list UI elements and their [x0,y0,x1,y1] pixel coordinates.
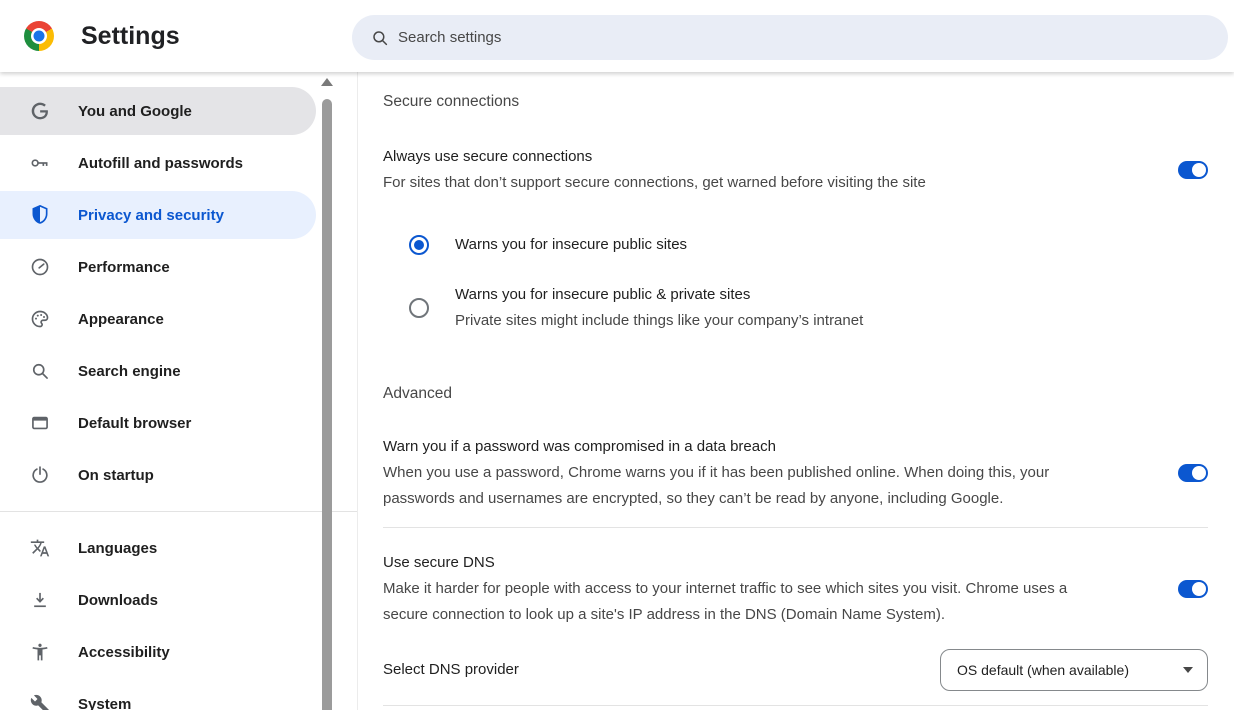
row-subtitle-line2: secure connection to look up a site's IP… [383,602,1067,628]
row-title: Use secure DNS [383,550,1067,576]
sidebar-item-label: Downloads [78,592,158,609]
row-password-breach-warning: Warn you if a password was compromised i… [383,434,1208,512]
chrome-settings-window: Settings You and Google [0,0,1234,710]
scrollbar-up-arrow-icon[interactable] [321,78,333,86]
sidebar-item-downloads[interactable]: Downloads [0,576,316,624]
search-icon [371,29,389,47]
search-input[interactable] [398,29,1084,46]
download-icon [30,590,50,610]
radio-button-selected[interactable] [409,235,429,255]
scrollbar-thumb[interactable] [322,99,332,710]
radio-label: Warns you for insecure public sites [455,232,687,258]
sidebar-item-autofill[interactable]: Autofill and passwords [0,139,316,187]
power-icon [30,465,50,485]
sidebar-item-system[interactable]: System [0,680,316,710]
privacy-security-content: Secure connections Always use secure con… [358,72,1234,710]
sidebar-item-performance[interactable]: Performance [0,243,316,291]
section-title-advanced: Advanced [383,384,1208,404]
sidebar-item-label: Languages [78,540,157,557]
radio-option-public-sites[interactable]: Warns you for insecure public sites [409,232,1208,258]
row-select-dns-provider: Select DNS provider OS default (when ava… [383,648,1208,692]
row-title: Warn you if a password was compromised i… [383,434,1049,460]
search-bar[interactable] [352,15,1228,60]
browser-window-icon [30,413,50,433]
key-icon [30,153,50,173]
row-subtitle-line2: passwords and usernames are encrypted, s… [383,486,1049,512]
chrome-logo-icon [24,21,54,51]
main-area: You and Google Autofill and passwords [0,72,1234,710]
speedometer-icon [30,257,50,277]
secure-connections-radio-group: Warns you for insecure public sites Warn… [409,232,1208,334]
sidebar-scrollbar[interactable] [321,78,333,710]
content-divider [383,527,1208,528]
sidebar-item-languages[interactable]: Languages [0,524,316,572]
sidebar-item-label: Accessibility [78,644,170,661]
sidebar-divider [0,511,357,512]
sidebar-item-appearance[interactable]: Appearance [0,295,316,343]
sidebar-item-you-and-google[interactable]: You and Google [0,87,316,135]
google-g-icon [30,101,50,121]
password-breach-toggle[interactable] [1178,464,1208,482]
header: Settings [0,0,1234,72]
shield-icon [30,205,50,225]
sidebar-item-label: On startup [78,467,154,484]
translate-icon [30,538,50,558]
magnifier-icon [30,361,50,381]
radio-button-unselected[interactable] [409,298,429,318]
row-use-secure-dns: Use secure DNS Make it harder for people… [383,550,1208,628]
radio-option-public-private-sites[interactable]: Warns you for insecure public & private … [409,282,1208,334]
sidebar-item-label: You and Google [78,103,192,120]
row-subtitle-line1: Make it harder for people with access to… [383,576,1067,602]
sidebar-item-label: Privacy and security [78,207,224,224]
sidebar-item-accessibility[interactable]: Accessibility [0,628,316,676]
section-title-secure-connections: Secure connections [383,92,1208,112]
row-title: Always use secure connections [383,144,926,170]
accessibility-icon [30,642,50,662]
settings-sidebar: You and Google Autofill and passwords [0,72,358,710]
dns-provider-value: OS default (when available) [957,662,1129,678]
radio-subtitle: Private sites might include things like … [455,308,863,334]
dns-provider-label: Select DNS provider [383,657,519,683]
dns-provider-dropdown[interactable]: OS default (when available) [940,649,1208,691]
sidebar-item-privacy-security[interactable]: Privacy and security [0,191,316,239]
sidebar-item-default-browser[interactable]: Default browser [0,399,316,447]
sidebar-item-label: Default browser [78,415,191,432]
secure-dns-toggle[interactable] [1178,580,1208,598]
wrench-icon [30,694,50,710]
sidebar-item-label: Search engine [78,363,181,380]
content-divider [383,705,1208,706]
sidebar-item-label: Performance [78,259,170,276]
sidebar-item-on-startup[interactable]: On startup [0,451,316,499]
always-secure-toggle[interactable] [1178,161,1208,179]
sidebar-item-label: Appearance [78,311,164,328]
sidebar-item-label: Autofill and passwords [78,155,243,172]
palette-icon [30,309,50,329]
row-always-use-secure-connections: Always use secure connections For sites … [383,144,1208,196]
sidebar-item-label: System [78,696,131,710]
radio-label: Warns you for insecure public & private … [455,282,863,308]
row-subtitle: For sites that don’t support secure conn… [383,170,926,196]
sidebar-item-search-engine[interactable]: Search engine [0,347,316,395]
page-title: Settings [81,22,180,51]
chevron-down-icon [1183,667,1193,673]
row-subtitle-line1: When you use a password, Chrome warns yo… [383,460,1049,486]
